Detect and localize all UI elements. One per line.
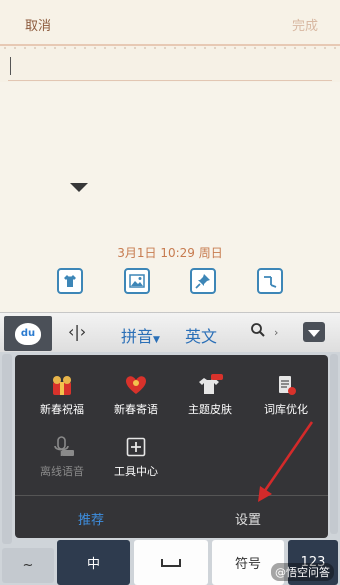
- watermark: @悟空问答: [271, 563, 334, 581]
- annotation-arrow: [258, 421, 314, 502]
